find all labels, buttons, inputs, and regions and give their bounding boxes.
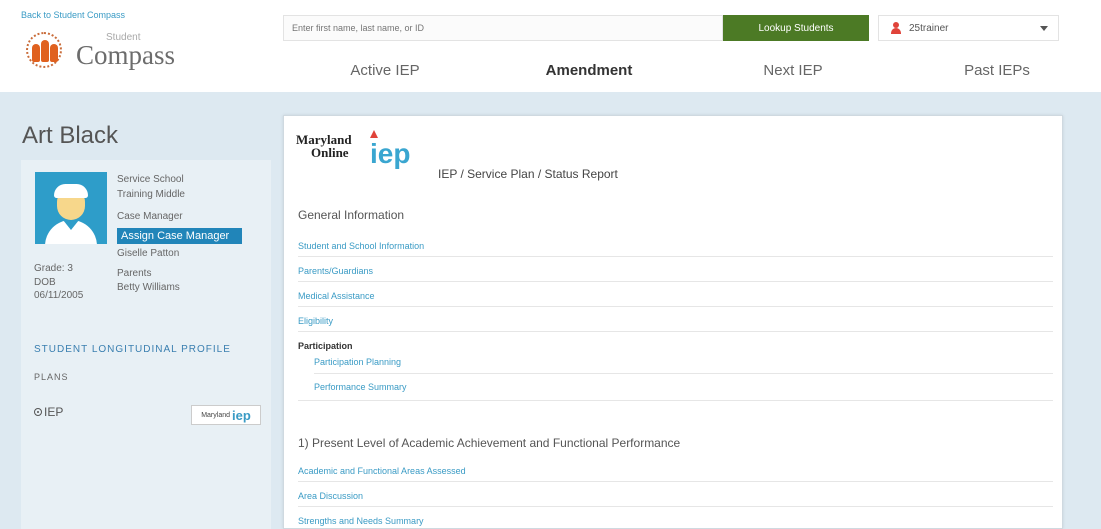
student-search-input[interactable]: [283, 15, 723, 41]
divider: [298, 400, 1053, 401]
flag-icon: [370, 130, 378, 138]
parents-label: Parents: [117, 268, 152, 279]
student-avatar: [35, 172, 107, 244]
link-areas-assessed[interactable]: Academic and Functional Areas Assessed: [298, 466, 466, 476]
panel-title: IEP / Service Plan / Status Report: [438, 167, 618, 181]
tab-past-ieps[interactable]: Past IEPs: [895, 58, 1099, 92]
plan-iep-option[interactable]: IEP: [34, 405, 63, 419]
top-bar: Back to Student Compass Student Compass …: [0, 0, 1101, 94]
divider: [298, 306, 1053, 307]
service-school-label: Service School: [117, 174, 184, 185]
logo-iep: iep: [370, 138, 411, 169]
link-student-school-info[interactable]: Student and School Information: [298, 241, 424, 251]
general-information-heading: General Information: [298, 208, 405, 222]
dob-label: DOB: [34, 277, 56, 288]
link-strengths-needs-summary[interactable]: Strengths and Needs Summary: [298, 516, 424, 526]
student-compass-logo[interactable]: Student Compass: [22, 30, 186, 70]
iep-panel: Maryland Online iep IEP / Service Plan /…: [283, 115, 1063, 529]
link-area-discussion[interactable]: Area Discussion: [298, 491, 363, 501]
assign-case-manager-button[interactable]: Assign Case Manager: [117, 228, 242, 244]
divider: [298, 256, 1053, 257]
student-longitudinal-profile-link[interactable]: STUDENT LONGITUDINAL PROFILE: [34, 344, 231, 355]
small-logo-text: Maryland: [201, 411, 230, 419]
case-manager-value: Giselle Patton: [117, 248, 180, 259]
tab-next-iep[interactable]: Next IEP: [691, 58, 895, 92]
small-logo-iep: iep: [232, 407, 251, 423]
participation-label: Participation: [298, 341, 353, 351]
compass-seal-icon: [22, 30, 70, 68]
link-parents-guardians[interactable]: Parents/Guardians: [298, 266, 373, 276]
divider: [314, 373, 1053, 374]
student-name: Art Black: [22, 122, 119, 149]
link-medical-assistance[interactable]: Medical Assistance: [298, 291, 375, 301]
dob-value: 06/11/2005: [34, 290, 84, 301]
grade: Grade: 3: [34, 263, 73, 274]
link-eligibility[interactable]: Eligibility: [298, 316, 333, 326]
user-menu[interactable]: 25trainer: [878, 15, 1059, 41]
parents-value: Betty Williams: [117, 282, 180, 293]
tab-active-iep[interactable]: Active IEP: [283, 58, 487, 92]
lookup-students-button[interactable]: Lookup Students: [723, 15, 869, 41]
divider: [298, 506, 1053, 507]
user-icon: [891, 22, 901, 34]
maryland-online-iep-logo: Maryland Online iep: [296, 130, 426, 169]
divider: [298, 281, 1053, 282]
service-school-value: Training Middle: [117, 189, 185, 200]
plan-iep-label: IEP: [44, 405, 64, 419]
tab-amendment[interactable]: Amendment: [477, 58, 701, 94]
user-name: 25trainer: [909, 22, 949, 34]
logo-online: Online: [311, 145, 349, 160]
case-manager-label: Case Manager: [117, 211, 183, 222]
radio-selected-icon: [34, 408, 42, 416]
back-to-student-compass-link[interactable]: Back to Student Compass: [21, 10, 125, 20]
divider: [298, 331, 1053, 332]
plaafp-heading: 1) Present Level of Academic Achievement…: [298, 436, 681, 450]
logo-text: Compass: [76, 40, 176, 70]
plans-heading: PLANS: [34, 372, 69, 382]
chevron-down-icon: [1040, 26, 1048, 31]
iep-tabs: Active IEP Amendment Next IEP Past IEPs: [283, 58, 1099, 94]
maryland-online-iep-small-logo[interactable]: Maryland iep: [191, 405, 261, 425]
link-participation-planning[interactable]: Participation Planning: [314, 357, 401, 367]
link-performance-summary[interactable]: Performance Summary: [314, 382, 407, 392]
divider: [298, 481, 1053, 482]
